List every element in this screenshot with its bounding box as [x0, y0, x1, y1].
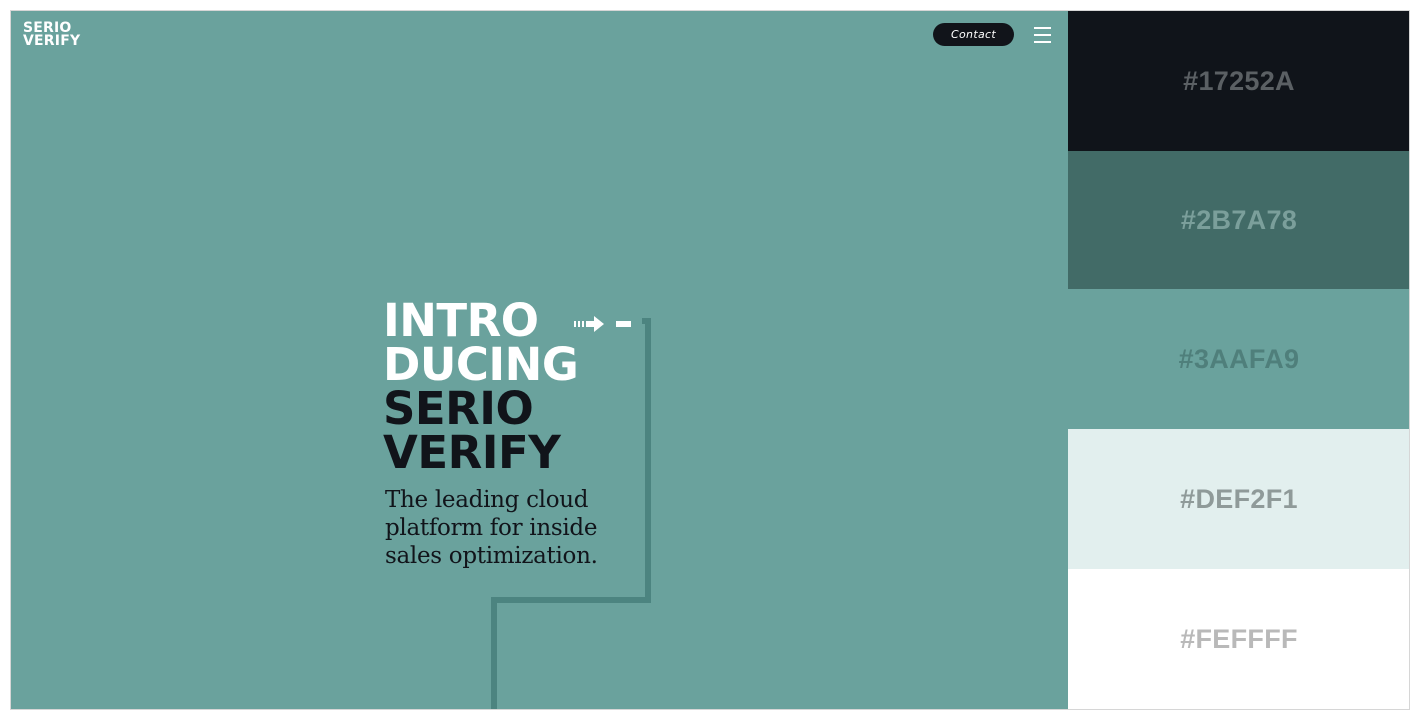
hero-headline: INTRO DUCING SERIO VERIFY: [383, 294, 579, 479]
tagline-line-2: platform for inside: [385, 515, 598, 541]
swatch-17252a: #17252A: [1068, 11, 1409, 151]
headline-line-4: VERIFY: [383, 426, 561, 479]
headline-line-2: DUCING: [383, 338, 579, 391]
headline-line-3: SERIO: [383, 382, 534, 435]
tagline-line-3: sales optimization.: [385, 543, 598, 569]
logo-line-2: VERIFY: [23, 32, 81, 49]
swatch-feffff: #FEFFFF: [1068, 569, 1409, 709]
swatch-3aafa9: #3AAFA9: [1068, 289, 1409, 429]
color-palette: #17252A #2B7A78 #3AAFA9 #DEF2F1 #FEFFFF: [1068, 11, 1409, 709]
right-arrow-icon: [574, 316, 631, 332]
hamburger-menu-icon[interactable]: [1034, 27, 1051, 43]
brand-logo[interactable]: SERIO VERIFY: [23, 21, 81, 49]
headline-line-1: INTRO: [383, 294, 539, 347]
swatch-def2f1: #DEF2F1: [1068, 429, 1409, 569]
contact-button[interactable]: Contact: [933, 23, 1014, 46]
hero-section: SERIO VERIFY Contact INTRO DUCING SERIO …: [11, 11, 1068, 709]
swatch-2b7a78: #2B7A78: [1068, 151, 1409, 289]
tagline-line-1: The leading cloud: [385, 487, 589, 513]
hero-tagline: The leading cloud platform for inside sa…: [385, 486, 635, 570]
page-frame: SERIO VERIFY Contact INTRO DUCING SERIO …: [10, 10, 1410, 710]
